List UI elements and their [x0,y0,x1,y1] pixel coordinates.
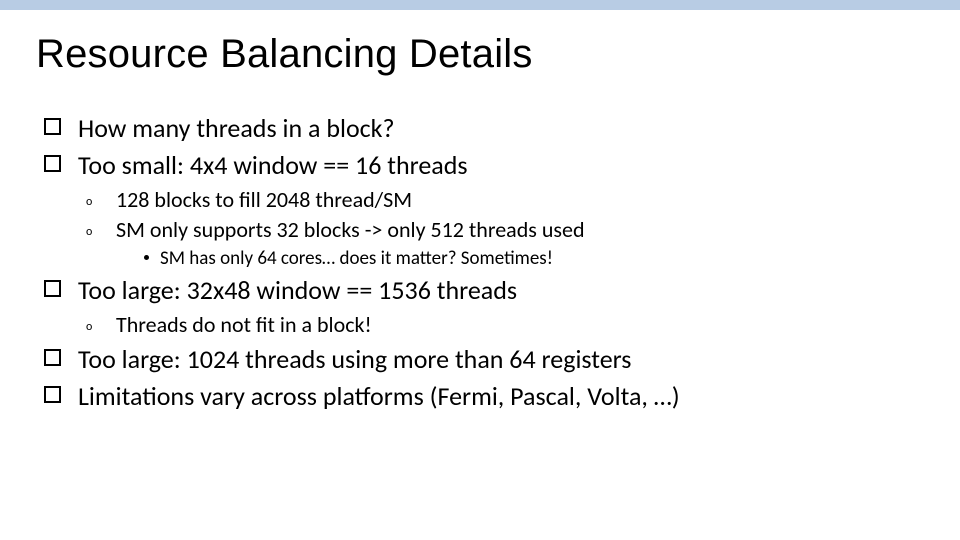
sub-item: o SM only supports 32 blocks -> only 512… [86,215,924,271]
sub-item: o Threads do not fit in a block! [86,310,924,340]
bullet-item: Limitations vary across platforms (Fermi… [44,379,924,414]
dot-bullet-icon [144,255,149,260]
square-bullet-icon [44,155,61,172]
bullet-item: Too large: 1024 threads using more than … [44,342,924,377]
bullet-text: Too small: 4x4 window == 16 threads [78,149,468,181]
accent-bar [0,0,960,10]
sub-sub-list: SM has only 64 cores… does it matter? So… [116,246,924,272]
bullet-item: Too large: 32x48 window == 1536 threads … [44,273,924,340]
circle-bullet-icon: o [86,226,92,238]
bullet-text: How many threads in a block? [78,112,395,144]
bullet-item: How many threads in a block? [44,111,924,146]
circle-bullet-icon: o [86,321,92,333]
bullet-item: Too small: 4x4 window == 16 threads o 12… [44,148,924,271]
slide-content: Resource Balancing Details How many thre… [0,10,960,414]
sub-list: o Threads do not fit in a block! [78,310,924,340]
bullet-text: Limitations vary across platforms (Fermi… [78,380,680,412]
square-bullet-icon [44,349,61,366]
sub-text: 128 blocks to fill 2048 thread/SM [116,186,412,213]
sub-sub-text: SM has only 64 cores… does it matter? So… [160,247,553,270]
bullet-text: Too large: 1024 threads using more than … [78,343,631,375]
sub-text: Threads do not fit in a block! [116,311,372,338]
bullet-list: How many threads in a block? Too small: … [36,111,924,414]
square-bullet-icon [44,280,61,297]
square-bullet-icon [44,386,61,403]
sub-sub-item: SM has only 64 cores… does it matter? So… [144,246,924,272]
sub-text: SM only supports 32 blocks -> only 512 t… [116,216,585,243]
bullet-text: Too large: 32x48 window == 1536 threads [78,274,517,306]
square-bullet-icon [44,118,61,135]
sub-item: o 128 blocks to fill 2048 thread/SM [86,185,924,215]
slide-title: Resource Balancing Details [36,32,924,77]
sub-list: o 128 blocks to fill 2048 thread/SM o SM… [78,185,924,271]
circle-bullet-icon: o [86,196,92,208]
